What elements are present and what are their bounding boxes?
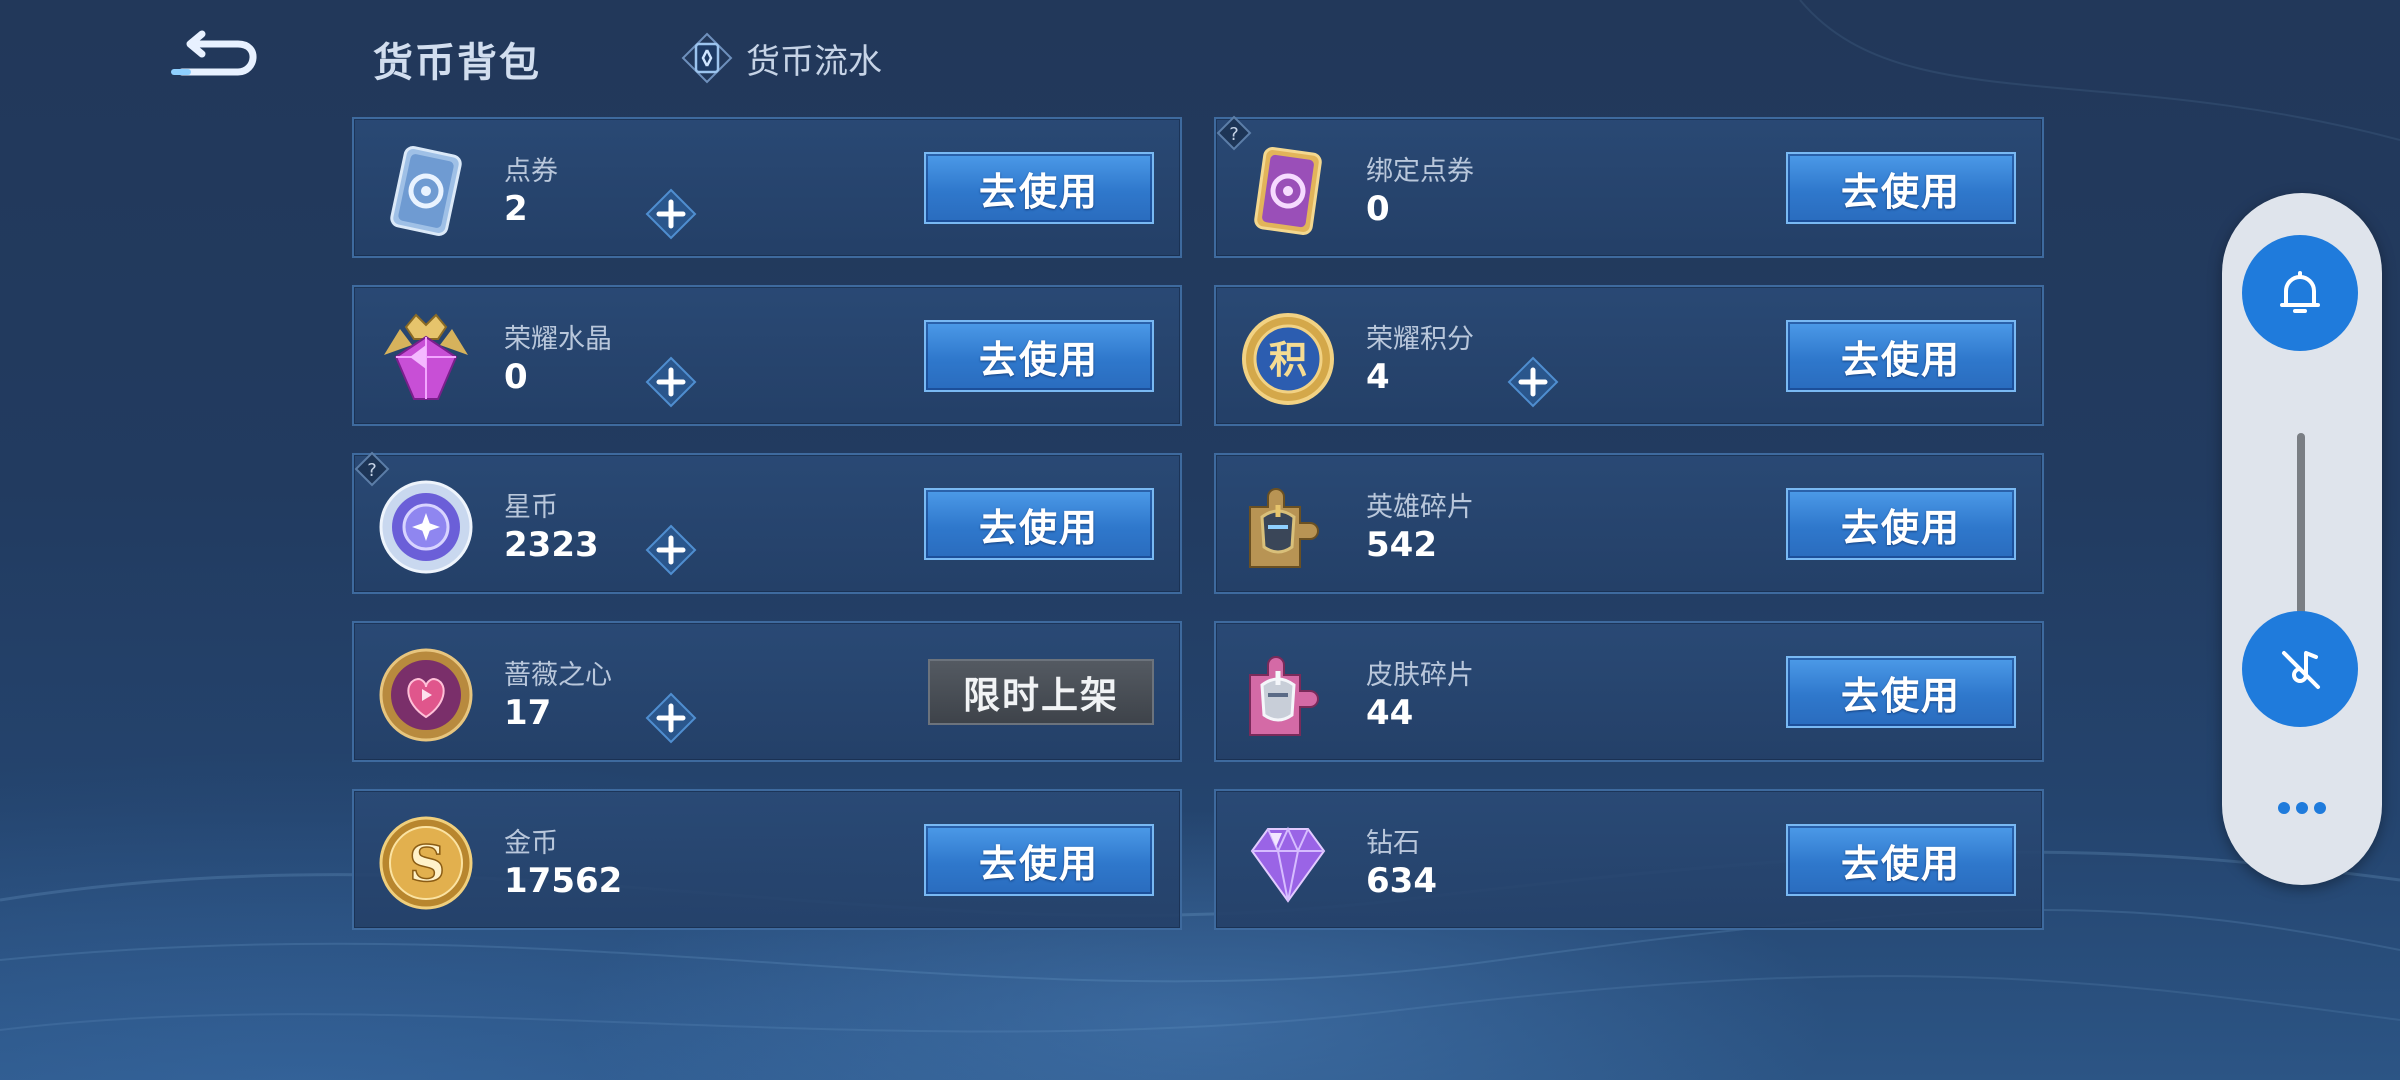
diamond-icon	[1250, 826, 1326, 903]
glory-points-icon: 积	[1242, 313, 1334, 405]
use-gold-coin-button[interactable]: 去使用	[924, 824, 1154, 896]
coupon-card-icon	[390, 146, 462, 236]
svg-text:S: S	[409, 834, 445, 893]
gold-coin-icon: S	[379, 816, 473, 910]
mute-button[interactable]	[2242, 611, 2358, 727]
currency-card-skin-fragment: 皮肤碎片 44 去使用	[1214, 621, 2044, 762]
use-skin-fragment-button[interactable]: 去使用	[1786, 656, 2016, 728]
use-star-coin-button[interactable]: 去使用	[924, 488, 1154, 560]
use-glory-crystal-button[interactable]: 去使用	[924, 320, 1154, 392]
currency-name: 蔷薇之心	[504, 660, 612, 691]
currency-value: 634	[1366, 861, 1437, 901]
rose-heart-icon	[379, 648, 473, 742]
glory-crystal-icon	[384, 313, 468, 400]
mute-icon	[2282, 651, 2320, 689]
notification-button[interactable]	[2242, 235, 2358, 351]
currency-card-coupon: 点券 2 去使用	[352, 117, 1182, 258]
use-coupon-button[interactable]: 去使用	[924, 152, 1154, 224]
currency-card-hero-fragment: 英雄碎片 542 去使用	[1214, 453, 2044, 594]
currency-name: 皮肤碎片	[1366, 660, 1474, 691]
svg-text:积: 积	[1269, 338, 1307, 382]
back-arrow-icon	[171, 30, 257, 76]
floating-side-panel	[2222, 193, 2382, 885]
use-diamond-button[interactable]: 去使用	[1786, 824, 2016, 896]
hero-fragment-icon	[1249, 488, 1319, 568]
currency-name: 星币	[504, 492, 558, 523]
limited-time-button[interactable]: 限时上架	[928, 659, 1154, 725]
currency-card-gold-coin: S 金币 17562 去使用	[352, 789, 1182, 930]
use-bound-coupon-button[interactable]: 去使用	[1786, 152, 2016, 224]
currency-name: 荣耀水晶	[504, 324, 612, 355]
currency-name: 钻石	[1366, 828, 1420, 859]
back-button[interactable]	[168, 28, 268, 88]
currency-name: 荣耀积分	[1366, 324, 1474, 355]
currency-value: 17	[504, 693, 552, 733]
currency-value: 44	[1366, 693, 1414, 733]
currency-card-glory-points: 积 荣耀积分 4 去使用	[1214, 285, 2044, 426]
star-coin-icon	[379, 480, 473, 574]
currency-card-diamond: 钻石 634 去使用	[1214, 789, 2044, 930]
currency-value: 17562	[504, 861, 623, 901]
currency-value: 0	[504, 357, 528, 397]
currency-flow-label: 货币流水	[746, 41, 882, 82]
currency-value: 0	[1366, 189, 1390, 229]
currency-card-star-coin: ? 星币 2323 去使用	[352, 451, 1182, 594]
skin-fragment-icon	[1249, 656, 1319, 736]
currency-name: 绑定点券	[1366, 156, 1474, 187]
use-hero-fragment-button[interactable]: 去使用	[1786, 488, 2016, 560]
currency-value: 2	[504, 189, 528, 229]
currency-value: 4	[1366, 357, 1390, 397]
currency-value: 542	[1366, 525, 1437, 565]
use-glory-points-button[interactable]: 去使用	[1786, 320, 2016, 392]
add-coupon-button[interactable]	[644, 187, 698, 241]
add-glory-points-button[interactable]	[1506, 355, 1560, 409]
currency-name: 英雄碎片	[1366, 492, 1474, 523]
more-icon	[2278, 802, 2290, 814]
bell-icon	[2280, 271, 2320, 313]
currency-flow-link[interactable]: 货币流水	[680, 30, 882, 86]
currency-flow-icon	[681, 32, 733, 84]
more-button[interactable]	[2268, 793, 2336, 823]
page-title: 货币背包	[373, 40, 541, 86]
add-glory-crystal-button[interactable]	[644, 355, 698, 409]
add-star-coin-button[interactable]	[644, 523, 698, 577]
add-rose-heart-button[interactable]	[644, 691, 698, 745]
currency-name: 金币	[504, 828, 558, 859]
bound-coupon-card-icon	[1254, 147, 1322, 235]
currency-card-glory-crystal: 荣耀水晶 0 去使用	[352, 285, 1182, 426]
currency-card-bound-coupon: ? 绑定点券 0 去使用	[1214, 115, 2044, 258]
currency-name: 点券	[504, 156, 558, 187]
currency-card-rose-heart: 蔷薇之心 17 限时上架	[352, 621, 1182, 762]
currency-value: 2323	[504, 525, 599, 565]
